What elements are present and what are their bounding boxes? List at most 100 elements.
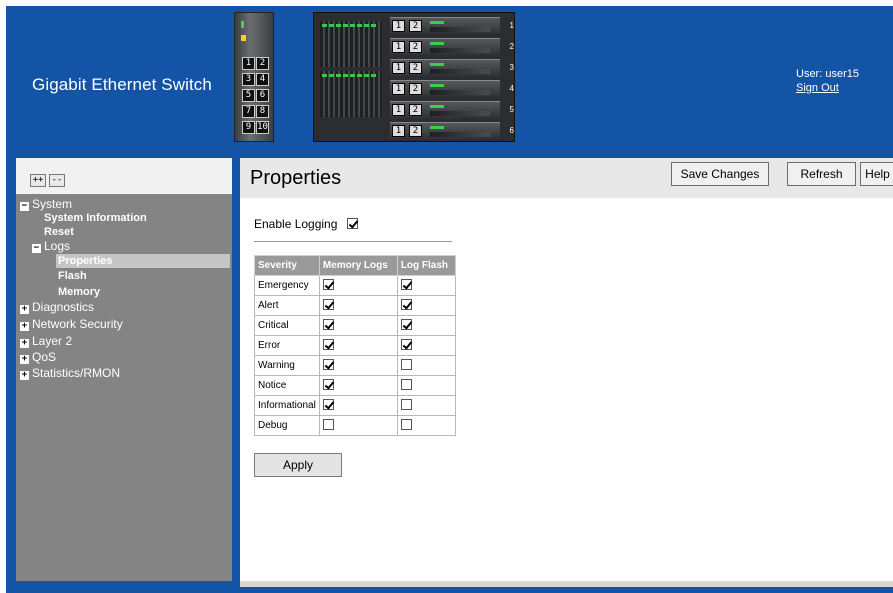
- content-footer: [240, 581, 893, 587]
- unit-number: 1: [509, 21, 514, 30]
- fan-module-image: [320, 21, 382, 67]
- stack-port[interactable]: 10: [256, 121, 269, 134]
- memory-logs-cell: [318, 315, 398, 336]
- tree-item-properties[interactable]: Properties: [56, 254, 230, 268]
- table-row: Emergency: [254, 275, 456, 296]
- tree-node-layer-2[interactable]: + Layer 2: [20, 334, 72, 348]
- log-flash-checkbox[interactable]: [400, 399, 412, 410]
- tree-item-memory[interactable]: Memory: [58, 285, 100, 299]
- log-flash-checkbox[interactable]: [400, 359, 412, 370]
- enable-logging-checkbox[interactable]: [346, 218, 358, 229]
- stack-port[interactable]: 2: [256, 57, 269, 70]
- memory-logs-checkbox[interactable]: [322, 339, 334, 350]
- switch-unit[interactable]: 1 2 4: [390, 80, 514, 97]
- unit-port-button[interactable]: 2: [409, 62, 422, 74]
- unit-port-button[interactable]: 1: [392, 83, 405, 95]
- tree-node-logs[interactable]: − Logs: [32, 239, 70, 253]
- memory-logs-checkbox[interactable]: [322, 379, 334, 390]
- tree-item-reset[interactable]: Reset: [44, 225, 74, 239]
- status-led-icon: [241, 21, 244, 28]
- unit-port-button[interactable]: 1: [392, 62, 405, 74]
- log-flash-checkbox[interactable]: [400, 339, 412, 350]
- expand-icon[interactable]: +: [20, 371, 29, 380]
- memory-logs-cell: [318, 395, 398, 416]
- memory-logs-checkbox[interactable]: [322, 319, 334, 330]
- tree-node-qos[interactable]: + QoS: [20, 350, 56, 364]
- page-title: Properties: [250, 167, 342, 189]
- help-button[interactable]: Help: [860, 162, 893, 186]
- table-row: Warning: [254, 355, 456, 376]
- log-flash-checkbox[interactable]: [400, 419, 412, 430]
- severity-table: Severity Memory Logs Log Flash Emergency…: [254, 255, 456, 436]
- tree-item-flash[interactable]: Flash: [58, 269, 87, 283]
- switch-unit[interactable]: 1 2 3: [390, 59, 514, 76]
- tree-node-label: Logs: [44, 239, 71, 253]
- unit-number: 2: [509, 42, 514, 51]
- switch-unit[interactable]: 1 2 1: [390, 17, 514, 34]
- unit-port-button[interactable]: 2: [409, 20, 422, 32]
- tree-node-diagnostics[interactable]: + Diagnostics: [20, 300, 94, 314]
- collapse-icon[interactable]: −: [32, 244, 41, 253]
- unit-port-button[interactable]: 1: [392, 104, 405, 116]
- expand-icon[interactable]: +: [20, 339, 29, 348]
- unit-number: 3: [509, 63, 514, 72]
- status-led-icon: [241, 35, 246, 41]
- log-flash-cell: [396, 315, 456, 336]
- apply-button[interactable]: Apply: [254, 453, 342, 477]
- severity-cell: Notice: [254, 375, 320, 396]
- switch-unit[interactable]: 1 2 5: [390, 101, 514, 118]
- expand-all-button[interactable]: ++: [30, 174, 46, 187]
- log-flash-checkbox[interactable]: [400, 379, 412, 390]
- table-row: Error: [254, 335, 456, 356]
- memory-logs-checkbox[interactable]: [322, 359, 334, 370]
- unit-number: 6: [509, 126, 514, 135]
- stack-port[interactable]: 8: [256, 105, 269, 118]
- tree-node-label: Network Security: [32, 317, 123, 331]
- unit-port-button[interactable]: 2: [409, 83, 422, 95]
- tree-node-network-security[interactable]: + Network Security: [20, 317, 123, 331]
- refresh-button[interactable]: Refresh: [787, 162, 856, 186]
- stack-port[interactable]: 9: [242, 121, 255, 134]
- enable-logging-row: Enable Logging: [254, 217, 358, 231]
- unit-port-button[interactable]: 2: [409, 41, 422, 53]
- content-header: Properties Save Changes Refresh Help: [240, 158, 893, 198]
- memory-logs-checkbox[interactable]: [322, 299, 334, 310]
- collapse-icon[interactable]: −: [20, 202, 29, 211]
- memory-logs-checkbox[interactable]: [322, 399, 334, 410]
- memory-logs-cell: [318, 335, 398, 356]
- expand-icon[interactable]: +: [20, 322, 29, 331]
- tree-node-system[interactable]: − System: [20, 197, 72, 211]
- tree-node-label: Statistics/RMON: [32, 366, 121, 380]
- stack-port[interactable]: 3: [242, 73, 255, 86]
- log-flash-checkbox[interactable]: [400, 279, 412, 290]
- stack-port[interactable]: 6: [256, 89, 269, 102]
- stack-port[interactable]: 1: [242, 57, 255, 70]
- stack-port[interactable]: 5: [242, 89, 255, 102]
- table-row: Alert: [254, 295, 456, 316]
- stack-port[interactable]: 7: [242, 105, 255, 118]
- tree-node-statistics-rmon[interactable]: + Statistics/RMON: [20, 366, 120, 380]
- expand-icon[interactable]: +: [20, 305, 29, 314]
- divider: [254, 241, 452, 242]
- unit-port-button[interactable]: 1: [392, 20, 405, 32]
- unit-port-button[interactable]: 2: [409, 104, 422, 116]
- collapse-all-button[interactable]: --: [49, 174, 65, 187]
- unit-port-button[interactable]: 1: [392, 125, 405, 137]
- memory-logs-checkbox[interactable]: [322, 419, 334, 430]
- memory-logs-cell: [318, 415, 398, 436]
- switch-unit[interactable]: 1 2 2: [390, 38, 514, 55]
- memory-logs-checkbox[interactable]: [322, 279, 334, 290]
- unit-port-button[interactable]: 1: [392, 41, 405, 53]
- severity-cell: Informational: [254, 395, 320, 416]
- expand-icon[interactable]: +: [20, 355, 29, 364]
- switch-unit[interactable]: 1 2 6: [390, 122, 514, 139]
- table-row: Critical: [254, 315, 456, 336]
- unit-port-button[interactable]: 2: [409, 125, 422, 137]
- log-flash-checkbox[interactable]: [400, 299, 412, 310]
- log-flash-checkbox[interactable]: [400, 319, 412, 330]
- save-changes-button[interactable]: Save Changes: [671, 162, 769, 186]
- sign-out-link[interactable]: Sign Out: [796, 81, 859, 95]
- stack-port[interactable]: 4: [256, 73, 269, 86]
- log-flash-cell: [396, 355, 456, 376]
- tree-item-system-information[interactable]: System Information: [44, 211, 147, 225]
